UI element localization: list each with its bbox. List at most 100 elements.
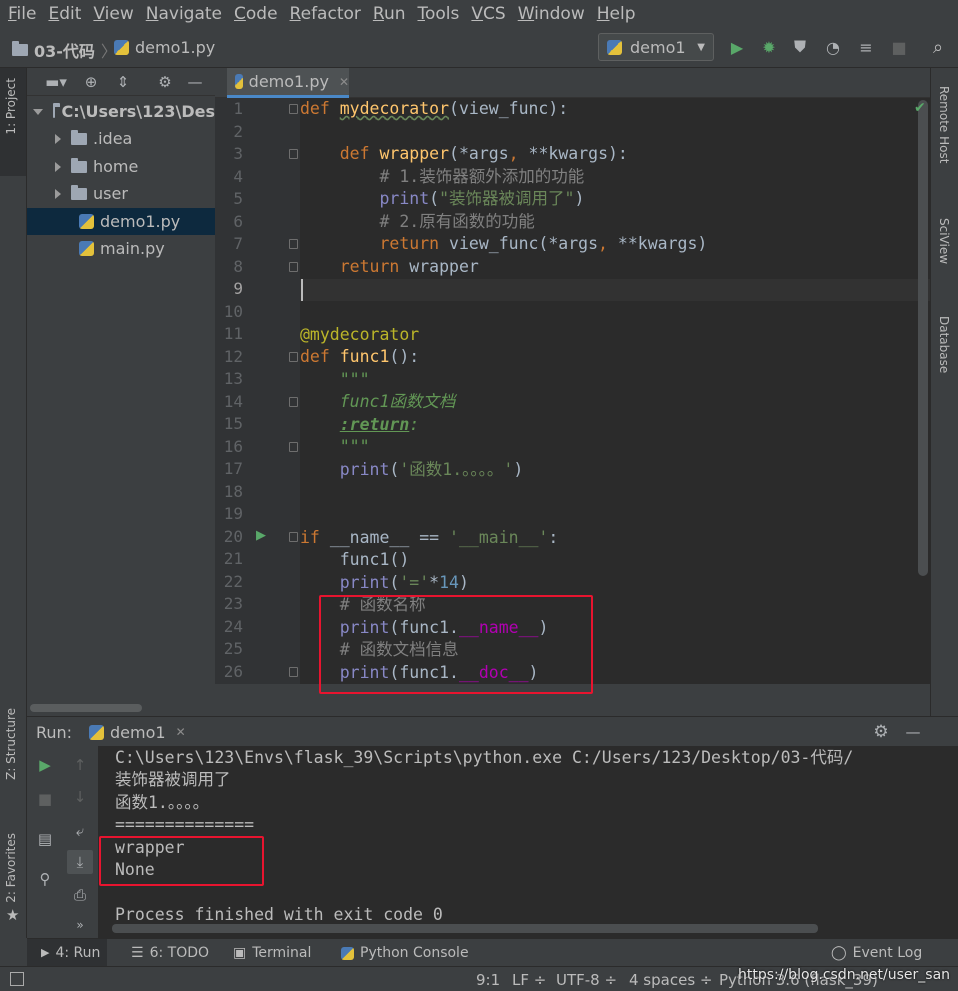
tool-tab-todo[interactable]: ☰ 6: TODO	[131, 945, 209, 961]
code-line: if __name__ == '__main__':	[300, 528, 559, 547]
soft-wrap-icon[interactable]: ⤶	[71, 822, 89, 840]
project-horizontal-scrollbar[interactable]	[30, 704, 142, 712]
python-file-icon	[114, 40, 129, 55]
locate-icon[interactable]: ⊕	[81, 72, 101, 92]
code-line: print('函数1.。。。。')	[339, 460, 524, 479]
line-number: 20	[223, 526, 243, 546]
chevron-right-icon	[55, 188, 61, 199]
gear-icon[interactable]: ⚙	[155, 72, 175, 92]
favorites-tool-tab[interactable]: 2: Favorites	[4, 833, 18, 903]
editor-vertical-scrollbar[interactable]	[918, 100, 928, 576]
collapse-icon[interactable]: ⇕	[113, 72, 133, 92]
line-number: 3	[233, 144, 243, 163]
menu-file[interactable]: File	[4, 4, 44, 24]
menu-vcs[interactable]: VCS	[467, 4, 513, 24]
project-tool-tab[interactable]: 1: Project	[4, 78, 18, 135]
fold-marker-icon[interactable]	[289, 396, 298, 407]
breadcrumb-file[interactable]: demo1.py	[114, 38, 215, 57]
fold-marker-icon[interactable]	[289, 351, 298, 362]
line-number: 24	[223, 616, 243, 636]
run-configuration-dropdown[interactable]: demo1 ▼	[598, 33, 714, 61]
database-tool-tab[interactable]: Database	[937, 316, 951, 373]
line-number: 25	[223, 639, 243, 658]
stop-icon[interactable]: ■	[36, 790, 54, 808]
layout-icon[interactable]: ▤	[36, 830, 54, 848]
fold-marker-icon[interactable]	[289, 149, 298, 159]
close-icon[interactable]: ✕	[176, 725, 186, 739]
sciview-tool-tab[interactable]: SciView	[937, 218, 951, 264]
rerun-icon[interactable]: ▶	[36, 756, 54, 774]
editor-tab-demo1[interactable]: demo1.py ✕	[227, 68, 349, 98]
coverage-icon[interactable]: ⛊	[791, 37, 809, 56]
tool-tab-run[interactable]: ▶ 4: Run	[27, 939, 107, 966]
python-icon	[341, 946, 354, 960]
menu-navigate[interactable]: Navigate	[142, 4, 230, 24]
gear-icon[interactable]: ⚙	[871, 722, 891, 742]
menu-window[interactable]: Window	[514, 4, 593, 24]
line-number: 6	[233, 211, 243, 231]
tree-item-demo1[interactable]: demo1.py	[27, 208, 215, 235]
indent-setting[interactable]: 4 spaces ÷	[629, 971, 712, 989]
chevron-right-icon	[55, 133, 61, 144]
minimize-icon[interactable]: —	[903, 723, 923, 741]
file-encoding[interactable]: UTF-8 ÷	[556, 971, 617, 989]
console-horizontal-scrollbar[interactable]	[112, 924, 818, 933]
stop-icon[interactable]: ■	[890, 38, 908, 57]
more-icon[interactable]: »	[71, 916, 89, 934]
arrow-down-icon[interactable]: ↓	[71, 788, 89, 806]
line-number: 26	[223, 661, 243, 681]
fold-marker-icon[interactable]	[289, 666, 298, 677]
tool-tab-python-console[interactable]: Python Console	[341, 945, 469, 961]
folder-icon	[71, 184, 87, 200]
debug-icon[interactable]: ✹	[760, 38, 778, 57]
tree-item-idea[interactable]: .idea	[27, 125, 215, 152]
remote-host-tool-tab[interactable]: Remote Host	[937, 86, 951, 163]
minimize-icon[interactable]: —	[185, 72, 205, 92]
line-separator[interactable]: LF ÷	[512, 971, 546, 989]
menu-run[interactable]: Run	[369, 4, 414, 24]
tool-tab-event-log[interactable]: ◯ Event Log	[831, 945, 922, 961]
run-tab-demo1[interactable]: demo1 ✕	[89, 719, 186, 745]
arrow-up-icon[interactable]: ↑	[71, 756, 89, 774]
structure-tool-tab[interactable]: Z: Structure	[4, 708, 18, 780]
line-number: 5	[233, 189, 243, 208]
search-icon[interactable]: ⌕	[929, 37, 947, 58]
menu-refactor[interactable]: Refactor	[286, 4, 369, 24]
close-icon[interactable]: ✕	[339, 75, 349, 89]
pin-icon[interactable]: ⚲	[36, 870, 54, 888]
layout-icon[interactable]	[10, 972, 24, 986]
fold-marker-icon[interactable]	[289, 239, 298, 249]
line-number: 16	[223, 436, 243, 456]
project-view-icon[interactable]: ▬▾	[39, 72, 73, 92]
tool-tab-terminal[interactable]: ▣ Terminal	[233, 945, 311, 961]
run-gutter-icon[interactable]: ▶	[256, 528, 266, 543]
menu-view[interactable]: View	[89, 4, 141, 24]
fold-marker-icon[interactable]	[289, 261, 298, 272]
line-number: 10	[223, 301, 243, 321]
python-file-icon	[79, 241, 94, 256]
caret-position[interactable]: 9:1	[476, 971, 500, 989]
tree-root[interactable]: C:\Users\123\Des	[27, 98, 215, 125]
star-icon: ★	[6, 906, 20, 924]
breadcrumb-project[interactable]: 03-代码 〉	[12, 38, 117, 62]
concurrency-icon[interactable]: ≡	[857, 38, 875, 57]
print-icon[interactable]: ⎙	[71, 886, 89, 904]
line-number: 12	[223, 346, 243, 366]
run-icon[interactable]: ▶	[728, 38, 746, 57]
fold-marker-icon[interactable]	[289, 441, 298, 452]
menu-code[interactable]: Code	[230, 4, 286, 24]
line-number: 15	[223, 414, 243, 433]
tree-item-main[interactable]: main.py	[27, 235, 215, 262]
code-line: def mydecorator(view_func):	[300, 99, 569, 118]
code-line: def func1():	[300, 347, 420, 366]
tree-item-user[interactable]: user	[27, 180, 215, 207]
scroll-to-end-icon[interactable]: ⤓	[67, 850, 93, 874]
tree-item-home[interactable]: home	[27, 153, 215, 180]
line-number: 1	[233, 99, 243, 118]
menu-edit[interactable]: Edit	[44, 4, 89, 24]
profile-icon[interactable]: ◔	[824, 38, 842, 57]
fold-marker-icon[interactable]	[289, 104, 298, 114]
menu-help[interactable]: Help	[593, 4, 644, 24]
menu-tools[interactable]: Tools	[414, 4, 468, 24]
fold-marker-icon[interactable]	[289, 531, 298, 542]
